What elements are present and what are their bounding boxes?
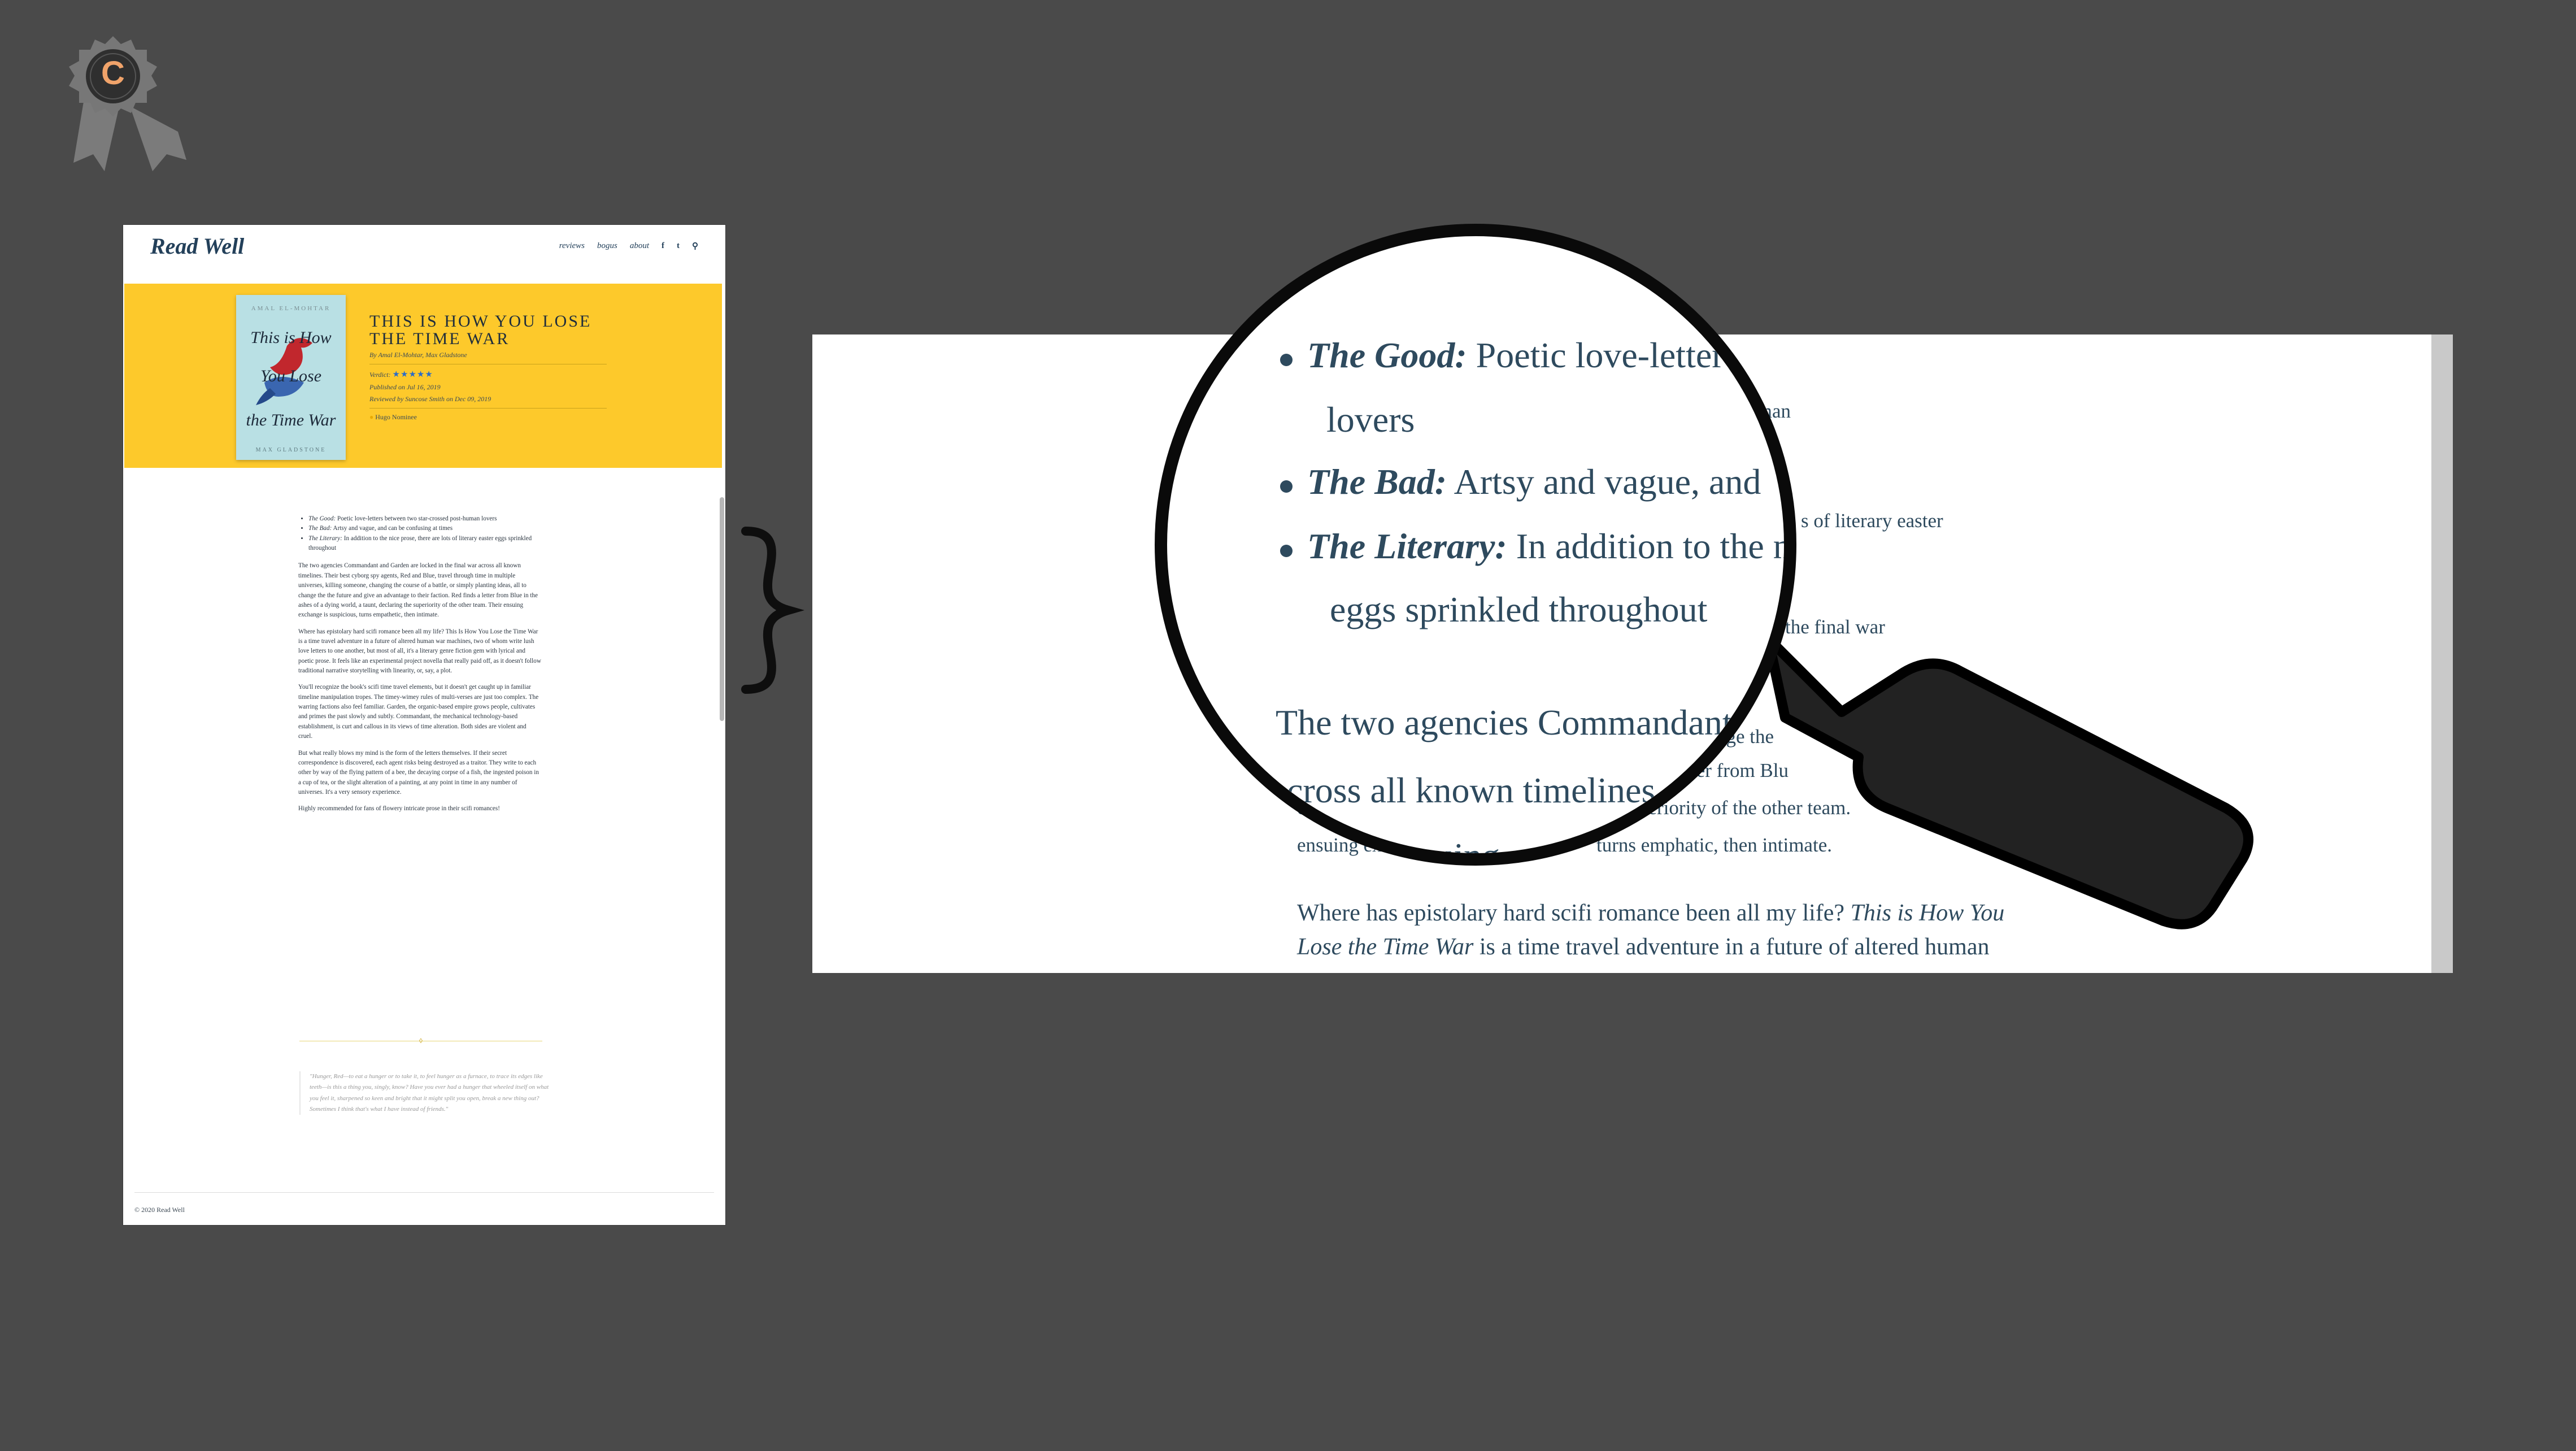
bullet-icon [1280, 480, 1293, 493]
footer-divider [134, 1192, 714, 1193]
nav-reviews[interactable]: reviews [559, 241, 585, 251]
list-item: The Literary: In addition to the nice pr… [308, 534, 541, 554]
book-hero: AMAL EL-MOHTAR This is How You Lose the … [124, 284, 722, 468]
site-logo[interactable]: Read Well [150, 233, 244, 259]
main-nav: reviews bogus about f t ⚲ [559, 241, 698, 251]
bullet-icon [1280, 354, 1293, 366]
review-paragraph: Where has epistolary hard scifi romance … [298, 628, 541, 675]
magnifier-handle-icon [1763, 633, 2253, 929]
reviewed-by: Reviewed by Suncose Smith on Dec 09, 201… [369, 395, 491, 403]
verdict-label: Verdict: [369, 371, 391, 379]
page-thumbnail: Read Well reviews bogus about f t ⚲ AMAL… [123, 225, 725, 1225]
award-badge-icon: C [62, 33, 198, 174]
cover-title-line-3: the Time War [246, 411, 336, 429]
curly-brace-icon [741, 527, 805, 694]
book-title-line-2: THE TIME WAR [369, 329, 510, 348]
cover-title-line-1: This is How [250, 328, 332, 347]
nav-about[interactable]: about [630, 241, 649, 251]
list-item: The Bad: Artsy and vague, and can be con… [308, 524, 541, 533]
cover-footer: MAX GLADSTONE [255, 447, 327, 453]
badge-letter: C [101, 55, 125, 92]
lens-bullet-bad: The Bad: Artsy and vague, and [1307, 462, 1761, 502]
book-authors: By Amal El-Mohtar, Max Gladstone [369, 351, 467, 359]
trophy-icon: ● [369, 413, 374, 422]
list-item: The Good: Poetic love-letters between tw… [308, 514, 541, 524]
facebook-icon[interactable]: f [662, 241, 664, 251]
review-paragraph: But what really blows my mind is the for… [298, 749, 539, 796]
footer-copyright: © 2020 Read Well [134, 1206, 185, 1214]
page-scrollbar[interactable] [720, 497, 724, 721]
rating-stars: ★★★★★ [392, 370, 433, 380]
lens-text: lovers [1326, 399, 1415, 440]
published-date: Published on Jul 16, 2019 [369, 383, 441, 392]
lens-text: ensuing exchange turns [1387, 836, 1727, 866]
award-tag[interactable]: ● Hugo Nominee [369, 413, 618, 422]
search-icon[interactable]: ⚲ [692, 241, 698, 251]
review-body: The Good: Poetic love-letters between tw… [298, 514, 541, 821]
magnifier-lens: The Good: Poetic love-letter lovers The … [1155, 224, 1796, 866]
book-title-line-1: THIS IS HOW YOU LOSE [369, 312, 592, 331]
book-info: THIS IS HOW YOU LOSE THE TIME WAR By Ama… [369, 312, 618, 422]
review-summary-list: The Good: Poetic love-letters between tw… [298, 514, 541, 553]
review-paragraph: You'll recognize the book's scifi time t… [298, 684, 539, 740]
zoom-text: s of literary easter [1801, 510, 1943, 532]
lens-text: cross all known timelines. [1287, 770, 1665, 810]
divider [369, 408, 607, 409]
lens-bullet-good: The Good: Poetic love-letter [1307, 335, 1724, 375]
twitter-icon[interactable]: t [677, 241, 680, 251]
award-label: Hugo Nominee [375, 413, 417, 422]
review-paragraph: Highly recommended for fans of flowery i… [298, 805, 500, 813]
lens-rim: The Good: Poetic love-letter lovers The … [1155, 224, 1796, 866]
review-paragraph: The two agencies Commandant and Garden a… [298, 562, 538, 619]
zoom-scrollbar[interactable] [2431, 334, 2453, 973]
nav-bogus[interactable]: bogus [597, 241, 617, 251]
divider-ornament-icon: ◊ [419, 1037, 423, 1045]
pull-quote: "Hunger, Red—to eat a hunger or to take … [299, 1071, 552, 1115]
site-header: Read Well reviews bogus about f t ⚲ [123, 225, 725, 283]
cover-author: AMAL EL-MOHTAR [251, 305, 331, 312]
cover-title-line-2: You Lose [260, 367, 322, 385]
book-cover: AMAL EL-MOHTAR This is How You Lose the … [236, 295, 346, 460]
lens-text: eggs sprinkled throughout [1330, 589, 1708, 629]
lens-text: The two agencies Commandant [1276, 702, 1733, 742]
lens-bullet-literary: The Literary: In addition to the n [1307, 526, 1791, 566]
bullet-icon [1280, 545, 1293, 557]
